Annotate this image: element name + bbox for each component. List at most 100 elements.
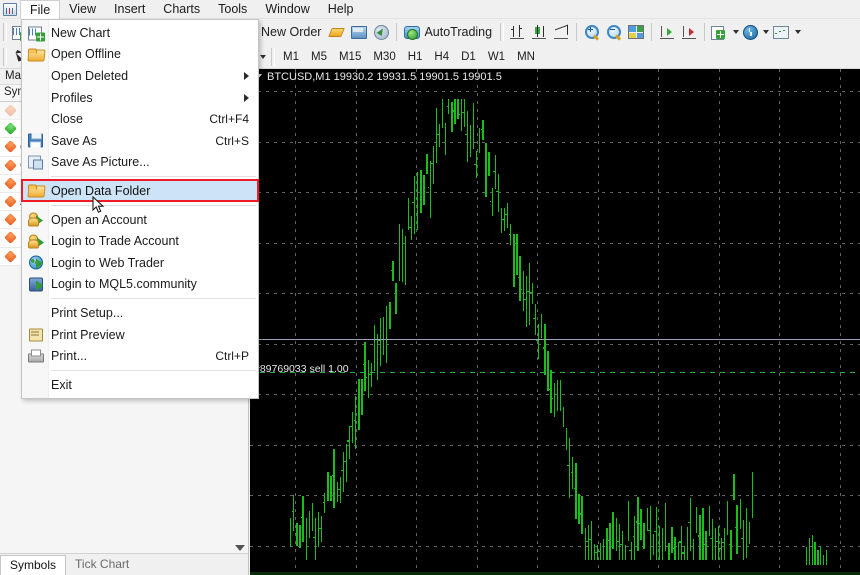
timeframe-h4[interactable]: H4	[428, 47, 455, 67]
timeframe-m30[interactable]: M30	[367, 47, 401, 67]
menu-item-login-to-trade-account[interactable]: Login to Trade Account	[22, 230, 258, 252]
menu-insert[interactable]: Insert	[105, 0, 154, 19]
sell-order-label: #89769033 sell 1.00	[254, 363, 349, 375]
menu-separator	[51, 298, 256, 300]
menu-separator	[51, 369, 256, 371]
new-order-label: New Order	[261, 25, 322, 39]
tile-windows-button[interactable]	[625, 21, 647, 43]
chevron-down-icon-4[interactable]	[260, 54, 266, 59]
menu-file[interactable]: File	[20, 0, 61, 19]
menu-item-save-as-picture[interactable]: Save As Picture...	[22, 152, 258, 174]
menu-item-open-data-folder[interactable]: Open Data Folder	[22, 180, 258, 202]
zoom-in-button[interactable]	[581, 21, 603, 43]
tab-symbols[interactable]: Symbols	[0, 555, 67, 575]
menu-item-login-to-mql5-community[interactable]: Login to MQL5.community	[22, 274, 258, 296]
auto-scroll-icon	[681, 25, 697, 40]
toolbar-grip[interactable]	[3, 23, 7, 41]
autotrading-button[interactable]: AutoTrading	[401, 21, 497, 43]
menu-tools[interactable]: Tools	[209, 0, 256, 19]
navigator-compass-icon	[373, 24, 389, 40]
menu-item-open-an-account[interactable]: Open an Account	[22, 209, 258, 231]
menu-item-login-to-web-trader[interactable]: Login to Web Trader	[22, 252, 258, 274]
menu-item-print-setup[interactable]: Print Setup...	[22, 302, 258, 324]
menu-item-shortcut: Ctrl+F4	[209, 112, 249, 127]
indicators-button[interactable]	[709, 21, 741, 43]
chart-area[interactable]: #89769033 sell 1.00 BTCUSD,M1 19930.2 19…	[250, 69, 860, 575]
zoom-out-icon	[606, 24, 623, 40]
bar-chart-button[interactable]	[506, 21, 528, 43]
menu-item-exit[interactable]: Exit	[22, 374, 258, 396]
zoom-out-button[interactable]	[603, 21, 625, 43]
tab-tick-chart[interactable]: Tick Chart	[66, 555, 138, 575]
print-icon	[27, 349, 44, 364]
timeframe-mn[interactable]: MN	[511, 47, 541, 67]
terminal-button[interactable]	[348, 21, 370, 43]
scroll-down-arrow-icon[interactable]	[235, 545, 245, 551]
login-trade-icon	[27, 234, 44, 249]
menu-item-label: Login to MQL5.community	[51, 277, 197, 292]
line-chart-button[interactable]	[550, 21, 572, 43]
chevron-down-icon-3[interactable]	[795, 30, 802, 34]
menu-item-label: Login to Trade Account	[51, 234, 179, 249]
file-menu-dropdown: New Chart Open Offline Open Deleted Profile…	[21, 19, 259, 399]
periods-button[interactable]	[741, 21, 771, 43]
menu-item-label: Save As	[51, 133, 97, 148]
autotrading-icon	[404, 25, 421, 40]
menu-view[interactable]: View	[60, 0, 105, 19]
new-chart-icon	[27, 25, 45, 42]
chart-shift-button[interactable]	[656, 21, 678, 43]
navigator-button[interactable]	[370, 21, 392, 43]
menu-item-shortcut: Ctrl+S	[215, 133, 249, 148]
menu-charts[interactable]: Charts	[154, 0, 209, 19]
timeframe-h1[interactable]: H1	[402, 47, 429, 67]
menu-item-label: Close	[51, 112, 83, 127]
chevron-down-icon[interactable]	[733, 30, 740, 34]
chevron-down-icon-2[interactable]	[763, 30, 770, 34]
save-disk-icon	[27, 133, 44, 148]
zoom-in-icon	[584, 24, 601, 40]
new-order-button[interactable]: New Order	[258, 21, 326, 43]
metatrader-logo-icon	[1, 1, 20, 18]
menu-item-save-as[interactable]: Save As Ctrl+S	[22, 130, 258, 152]
menu-item-new-chart[interactable]: New Chart	[22, 22, 258, 44]
timeframe-group-grip[interactable]	[271, 47, 275, 66]
new-order-diamond-icon	[329, 25, 345, 39]
menu-item-label: Open Deleted	[51, 68, 129, 83]
menu-item-label: Exit	[51, 377, 72, 392]
templates-button[interactable]	[771, 21, 803, 43]
submenu-arrow-icon	[244, 71, 249, 80]
folder-open-icon	[27, 47, 44, 62]
trend-down-icon	[6, 215, 15, 224]
timeframe-d1[interactable]: D1	[455, 47, 482, 67]
timeframe-w1[interactable]: W1	[482, 47, 511, 67]
candlestick-chart-button[interactable]	[528, 21, 550, 43]
menu-item-label: Open Offline	[51, 47, 121, 62]
trend-down-icon	[6, 161, 15, 170]
periods-clock-icon	[743, 24, 759, 40]
menu-window[interactable]: Window	[256, 0, 318, 19]
timeframe-m5[interactable]: M5	[305, 47, 333, 67]
timeframe-toolbar-grip[interactable]	[3, 47, 7, 66]
menu-item-label: Print...	[51, 349, 88, 364]
market-watch-tabs: Symbols Tick Chart	[0, 553, 248, 575]
menu-item-profiles[interactable]: Profiles	[22, 87, 258, 109]
web-trader-globe-icon	[27, 255, 44, 270]
auto-scroll-button[interactable]	[678, 21, 700, 43]
trend-down-icon	[6, 197, 15, 206]
trend-down-icon	[6, 233, 15, 242]
save-picture-icon	[27, 155, 44, 170]
menu-item-open-deleted[interactable]: Open Deleted	[22, 65, 258, 87]
menu-item-close[interactable]: Close Ctrl+F4	[22, 108, 258, 130]
menu-item-print-preview[interactable]: Print Preview	[22, 324, 258, 346]
new-order-icon-button[interactable]	[326, 21, 348, 43]
autotrading-label: AutoTrading	[424, 25, 493, 39]
menu-item-print[interactable]: Print... Ctrl+P	[22, 345, 258, 367]
timeframe-m1[interactable]: M1	[277, 47, 305, 67]
menu-item-shortcut: Ctrl+P	[215, 349, 249, 364]
toolbar-grip-2[interactable]	[500, 23, 505, 41]
terminal-window-icon	[351, 25, 368, 40]
menu-help[interactable]: Help	[319, 0, 363, 19]
timeframe-m15[interactable]: M15	[333, 47, 367, 67]
menu-item-open-offline[interactable]: Open Offline	[22, 44, 258, 66]
indicators-icon	[711, 25, 728, 40]
